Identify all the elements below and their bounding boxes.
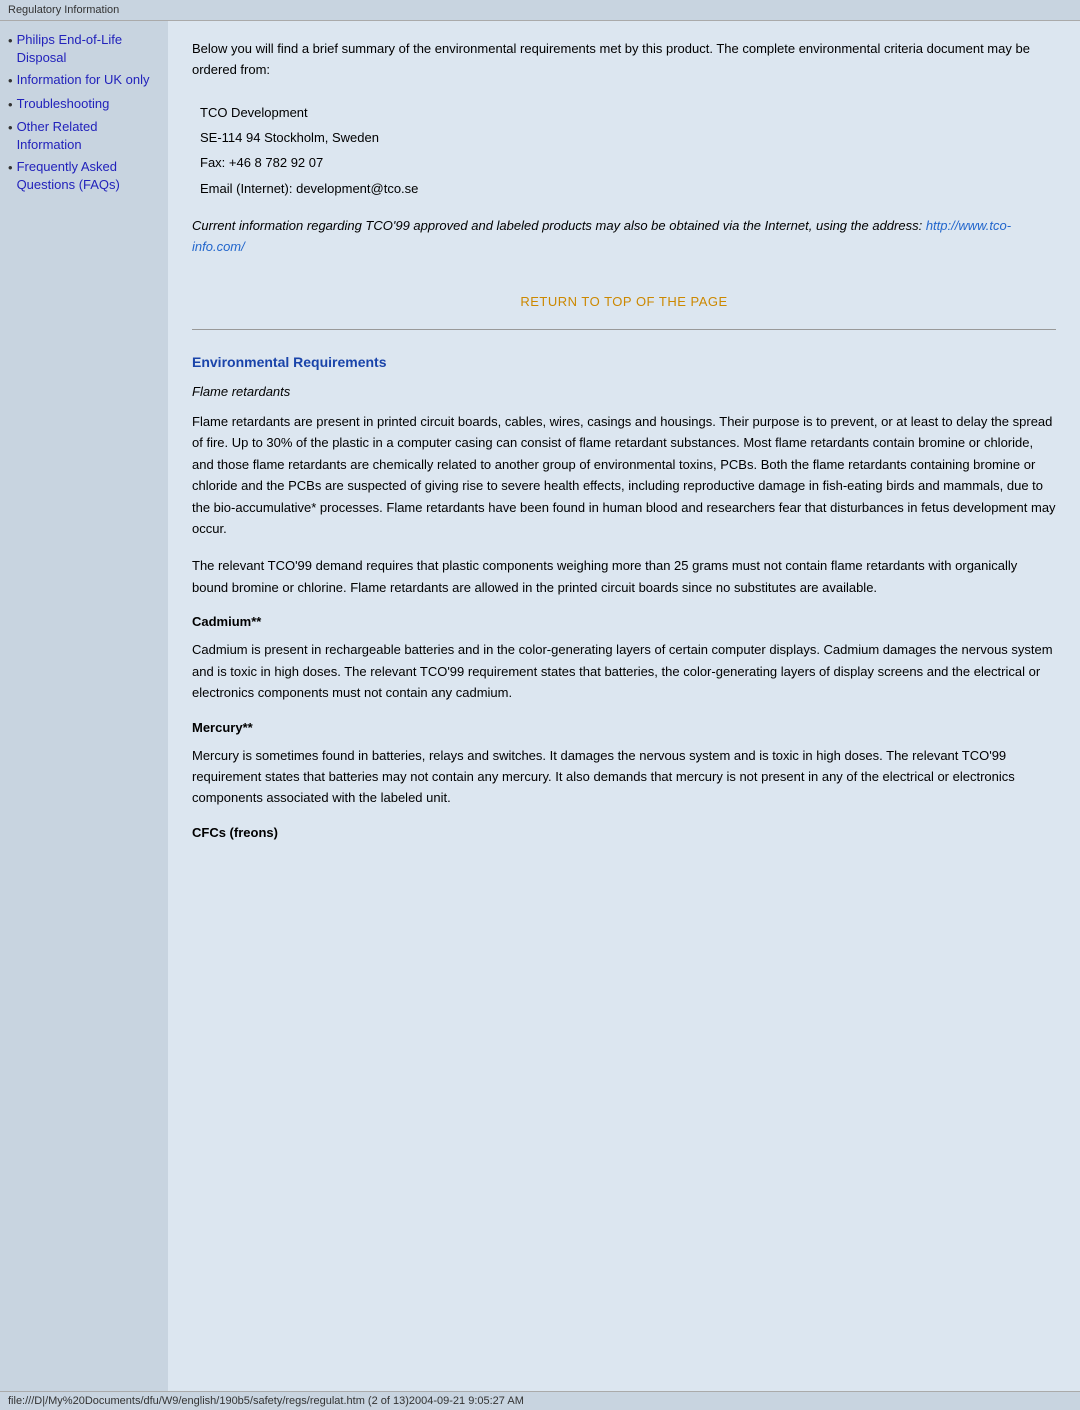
- nav-link-troubleshooting[interactable]: Troubleshooting: [17, 95, 110, 113]
- address-line-4: Email (Internet): development@tco.se: [200, 177, 1056, 200]
- italic-paragraph: Current information regarding TCO'99 app…: [192, 216, 1056, 258]
- env-section-title: Environmental Requirements: [192, 354, 1056, 370]
- nav-link-philips[interactable]: Philips End-of-Life Disposal: [17, 31, 160, 67]
- status-bar: file:///D|/My%20Documents/dfu/W9/english…: [0, 1391, 1080, 1410]
- bullet-icon-3: •: [8, 96, 13, 114]
- nav-list: • Philips End-of-Life Disposal • Informa…: [8, 31, 160, 195]
- flame-subsection-label: Flame retardants: [192, 384, 1056, 399]
- main-content: Below you will find a brief summary of t…: [168, 21, 1080, 1391]
- address-block: TCO Development SE-114 94 Stockholm, Swe…: [200, 101, 1056, 201]
- address-line-3: Fax: +46 8 782 92 07: [200, 151, 1056, 174]
- cadmium-heading: Cadmium**: [192, 614, 1056, 629]
- nav-item-other: • Other Related Information: [8, 118, 160, 154]
- mercury-para: Mercury is sometimes found in batteries,…: [192, 745, 1056, 809]
- title-bar-text: Regulatory Information: [8, 4, 119, 16]
- flame-para-1: Flame retardants are present in printed …: [192, 411, 1056, 540]
- cfcs-heading: CFCs (freons): [192, 825, 1056, 840]
- intro-paragraph: Below you will find a brief summary of t…: [192, 39, 1056, 81]
- nav-link-faq[interactable]: Frequently Asked Questions (FAQs): [17, 158, 160, 194]
- bullet-icon-5: •: [8, 159, 13, 177]
- address-line-1: TCO Development: [200, 101, 1056, 124]
- nav-link-other[interactable]: Other Related Information: [17, 118, 160, 154]
- flame-para-2: The relevant TCO'99 demand requires that…: [192, 555, 1056, 598]
- return-to-top-link[interactable]: RETURN TO TOP OF THE PAGE: [520, 294, 727, 309]
- bullet-icon-2: •: [8, 72, 13, 90]
- sidebar: • Philips End-of-Life Disposal • Informa…: [0, 21, 168, 1391]
- italic-text: Current information regarding TCO'99 app…: [192, 218, 926, 233]
- bullet-icon-4: •: [8, 119, 13, 137]
- title-bar: Regulatory Information: [0, 0, 1080, 21]
- nav-link-uk[interactable]: Information for UK only: [17, 71, 150, 89]
- cadmium-para: Cadmium is present in rechargeable batte…: [192, 639, 1056, 703]
- nav-item-troubleshooting: • Troubleshooting: [8, 95, 160, 114]
- page-layout: • Philips End-of-Life Disposal • Informa…: [0, 21, 1080, 1391]
- nav-item-philips: • Philips End-of-Life Disposal: [8, 31, 160, 67]
- address-line-2: SE-114 94 Stockholm, Sweden: [200, 126, 1056, 149]
- nav-item-faq: • Frequently Asked Questions (FAQs): [8, 158, 160, 194]
- bullet-icon-1: •: [8, 32, 13, 50]
- nav-item-uk: • Information for UK only: [8, 71, 160, 90]
- mercury-heading: Mercury**: [192, 720, 1056, 735]
- section-divider: [192, 329, 1056, 330]
- return-link-container: RETURN TO TOP OF THE PAGE: [192, 294, 1056, 309]
